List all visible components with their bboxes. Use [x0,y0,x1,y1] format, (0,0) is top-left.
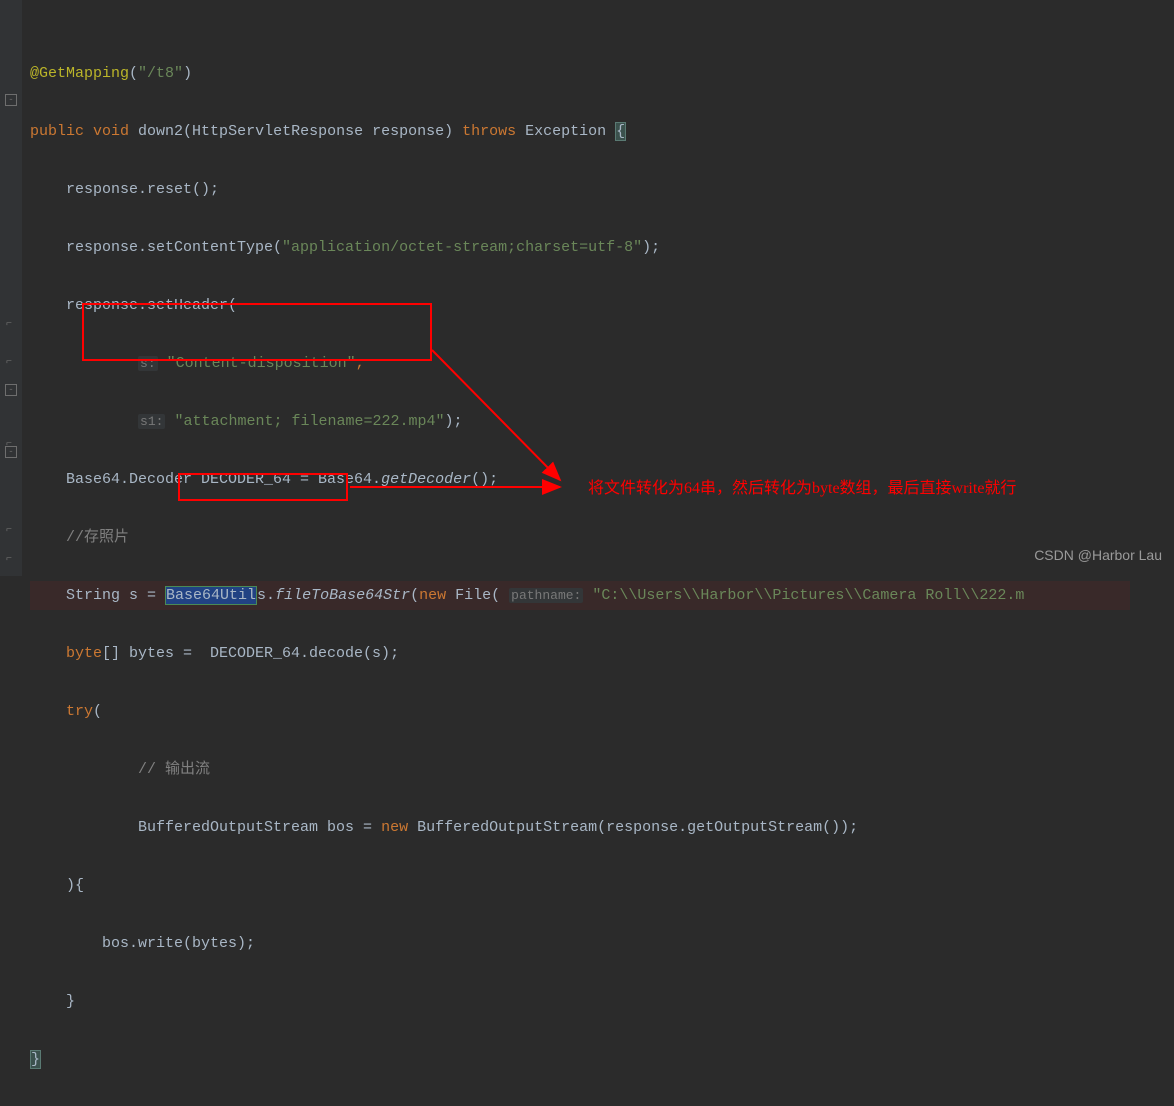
code-comment: // 输出流 [30,755,1174,784]
code-line: } [30,1045,1174,1074]
annotation-text: 将文件转化为64串，然后转化为byte数组，最后直接write就行 [588,478,1088,500]
brace-highlight: { [615,122,626,141]
param-hint: s: [138,356,158,371]
watermark: CSDN @Harbor Lau [1034,541,1162,570]
code-line: public void down2(HttpServletResponse re… [30,117,1174,146]
code-line: response.reset(); [30,175,1174,204]
code-line: @GetMapping("/t8") [30,59,1174,88]
annotation: @GetMapping [30,65,129,82]
text-selection: Base64Util [165,586,257,605]
code-line: s: "Content-disposition", [30,349,1174,378]
code-line: bos.write(bytes); [30,929,1174,958]
code-line: response.setContentType("application/oct… [30,233,1174,262]
code-line-error: String s = Base64Utils.fileToBase64Str(n… [30,581,1130,610]
code-line: BufferedOutputStream bos = new BufferedO… [30,813,1174,842]
code-line: byte[] bytes = DECODER_64.decode(s); [30,639,1174,668]
code-line: ){ [30,871,1174,900]
param-hint: pathname: [509,588,583,603]
code-editor[interactable]: @GetMapping("/t8") public void down2(Htt… [0,0,1174,1103]
code-line: } [30,987,1174,1016]
code-line: try( [30,697,1174,726]
code-line: s1: "attachment; filename=222.mp4"); [30,407,1174,436]
param-hint: s1: [138,414,165,429]
code-comment: //存照片 [30,523,1174,552]
code-line: response.setHeader( [30,291,1174,320]
brace-highlight: } [30,1050,41,1069]
